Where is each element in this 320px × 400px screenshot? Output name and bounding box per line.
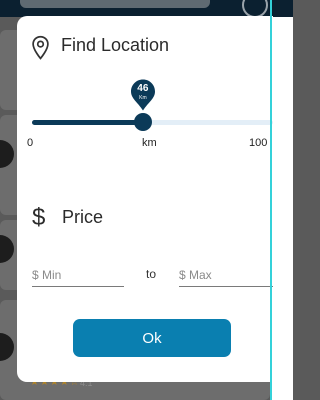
min-price-input[interactable] — [32, 264, 124, 287]
ok-button[interactable]: Ok — [73, 319, 231, 357]
location-pin-icon — [32, 35, 49, 60]
distance-slider-fill — [32, 120, 143, 125]
slider-value-label: 46 — [137, 83, 149, 94]
slider-unit-label: Km — [139, 95, 147, 101]
slider-min-label: 0 — [27, 137, 34, 149]
dollar-icon: $ — [32, 204, 46, 231]
price-title: Price — [62, 207, 104, 227]
guide-line — [270, 0, 272, 400]
find-location-title: Find Location — [61, 35, 170, 55]
background-search-bar — [20, 0, 210, 8]
max-price-input[interactable] — [179, 264, 273, 287]
slider-value-bubble: 46 Km — [130, 79, 155, 111]
filter-modal: Find Location 46 Km 0 km 100 $ Price to … — [17, 16, 273, 382]
right-edge-strip — [272, 17, 293, 400]
to-label: to — [146, 267, 157, 281]
distance-slider-thumb[interactable] — [133, 113, 152, 131]
slider-max-label: 100 — [249, 137, 268, 149]
slider-unit-tick-label: km — [142, 137, 157, 149]
